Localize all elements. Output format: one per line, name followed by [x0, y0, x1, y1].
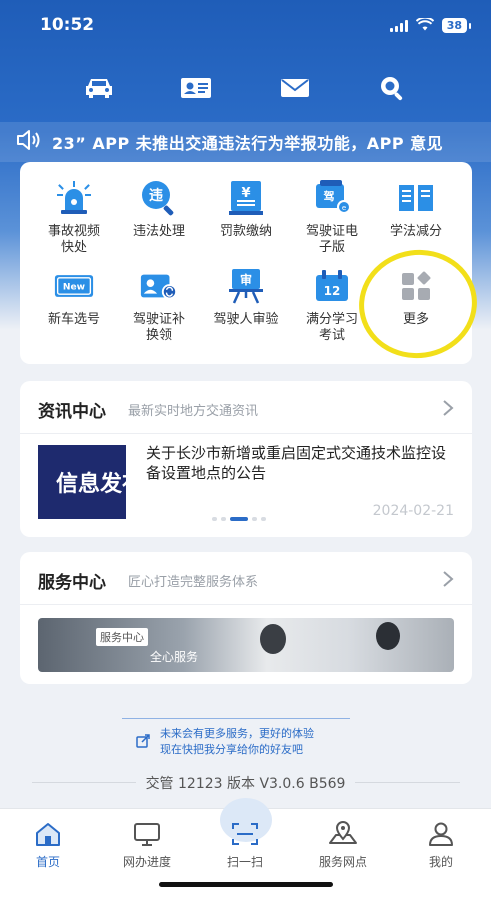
carousel-dots	[212, 517, 266, 521]
share-icon	[136, 734, 150, 753]
license-card-icon[interactable]	[176, 68, 216, 108]
version-label: 交管 12123 版本 V3.0.6 B569	[135, 776, 356, 792]
tab-label: 首页	[35, 855, 60, 869]
grid-item-driver-review[interactable]: 审 驾驶人审验	[202, 266, 290, 328]
status-icons: 38	[389, 16, 472, 35]
violation-magnifier-icon: 违	[139, 178, 179, 218]
news-date: 2024-02-21	[372, 503, 454, 519]
notice-marquee[interactable]: 23” APP 未推出交通违法行为举报功能，APP 意见	[0, 122, 491, 162]
service-card[interactable]: 服务中心 匠心打造完整服务体系 服务中心 全心服务	[20, 552, 472, 684]
grid-label: 快处	[60, 240, 87, 255]
grid-item-e-license[interactable]: 驾e 驾驶证电 子版	[288, 178, 376, 256]
grid-label: 新车选号	[47, 312, 100, 327]
tab-label: 扫一扫	[226, 855, 263, 869]
tab-service-outlets[interactable]: 服务网点	[298, 819, 388, 870]
agent-figure	[376, 622, 400, 650]
marquee-text: 23” APP 未推出交通违法行为举报功能，APP 意见	[52, 134, 444, 153]
news-title: 资讯中心	[38, 401, 106, 422]
grid-label: 子版	[318, 240, 345, 255]
agent-figure	[260, 624, 286, 654]
search-icon[interactable]	[372, 68, 412, 108]
tab-profile[interactable]: 我的	[396, 819, 486, 870]
study-book-icon	[396, 178, 436, 218]
news-card[interactable]: 资讯中心 最新实时地方交通资讯 信息发布 关于长沙市新增或重启固定式交通技术监控…	[20, 381, 472, 537]
news-thumbnail[interactable]: 信息发布	[38, 445, 126, 519]
cellular-signal-icon	[389, 19, 408, 32]
grid-item-new-plate[interactable]: New 新车选号	[30, 266, 118, 328]
svg-text:New: New	[63, 283, 86, 293]
service-title: 服务中心	[38, 572, 106, 593]
home-indicator	[159, 882, 333, 887]
battery-indicator: 38	[441, 18, 472, 33]
promo-line2: 现在快把我分享给你的好友吧	[160, 743, 303, 756]
tab-label: 我的	[428, 855, 453, 869]
grid-label: 事故视频	[47, 224, 100, 239]
home-icon	[33, 819, 63, 849]
grid-label: 换领	[145, 328, 172, 343]
promo-line1: 未来会有更多服务，更好的体验	[160, 727, 314, 740]
svg-text:¥: ¥	[241, 186, 250, 201]
banner-tag: 服务中心	[96, 628, 148, 646]
grid-item-license-renew[interactable]: 驾驶证补 换领	[115, 266, 203, 344]
chevron-right-icon[interactable]	[442, 570, 454, 592]
service-subtitle: 匠心打造完整服务体系	[128, 574, 259, 590]
divider	[20, 433, 472, 434]
svg-text:e: e	[342, 204, 346, 212]
map-pin-icon	[328, 819, 358, 849]
car-icon[interactable]	[79, 68, 119, 108]
speaker-icon	[16, 129, 42, 155]
service-banner[interactable]: 服务中心 全心服务	[38, 618, 454, 672]
grid-label: 驾驶证电	[305, 224, 358, 239]
svg-text:审: 审	[240, 272, 252, 287]
grid-label: 学法减分	[389, 224, 442, 239]
news-headline[interactable]: 关于长沙市新增或重启固定式交通技术监控设备设置地点的公告	[146, 443, 458, 483]
grid-item-fine-payment[interactable]: ¥ 罚款缴纳	[202, 178, 290, 240]
divider	[122, 718, 350, 719]
divider	[20, 604, 472, 605]
grid-label: 违法处理	[132, 224, 185, 239]
news-card-header[interactable]: 资讯中心 最新实时地方交通资讯	[38, 397, 454, 422]
user-icon	[426, 819, 456, 849]
chevron-right-icon[interactable]	[442, 399, 454, 421]
top-nav	[0, 68, 491, 108]
grid-label: 驾驶证补	[132, 312, 185, 327]
tab-progress[interactable]: 网办进度	[102, 819, 192, 870]
alarm-light-icon	[54, 178, 94, 218]
calendar-12-icon: 12	[312, 266, 352, 306]
grid-item-violation[interactable]: 违 违法处理	[115, 178, 203, 240]
svg-text:违: 违	[149, 187, 163, 204]
grid-label: 驾驶人审验	[213, 312, 279, 327]
mail-icon[interactable]	[275, 68, 315, 108]
news-subtitle: 最新实时地方交通资讯	[128, 403, 259, 419]
driver-review-icon: 审	[226, 266, 266, 306]
e-license-icon: 驾e	[312, 178, 352, 218]
tab-scan[interactable]: 扫一扫	[200, 819, 290, 870]
grid-item-accident-video[interactable]: 事故视频 快处	[30, 178, 118, 256]
tab-label: 服务网点	[318, 855, 367, 869]
svg-text:驾: 驾	[323, 189, 335, 203]
service-card-header[interactable]: 服务中心 匠心打造完整服务体系	[38, 568, 454, 593]
new-plate-icon: New	[54, 266, 94, 306]
svg-text:12: 12	[324, 284, 341, 298]
tab-home[interactable]: 首页	[3, 819, 93, 870]
scan-icon	[230, 819, 260, 849]
grid-item-study[interactable]: 学法减分	[372, 178, 460, 240]
fine-payment-icon: ¥	[226, 178, 266, 218]
grid-label: 考试	[318, 328, 345, 343]
news-thumb-text: 信息发布	[55, 472, 126, 497]
status-time: 10:52	[40, 15, 95, 35]
grid-label: 罚款缴纳	[219, 224, 272, 239]
tab-label: 网办进度	[122, 855, 171, 869]
license-renew-icon	[139, 266, 179, 306]
wifi-icon	[415, 16, 434, 35]
monitor-icon	[132, 819, 162, 849]
banner-slogan: 全心服务	[150, 650, 199, 664]
status-bar: 10:52 38	[0, 0, 491, 52]
version-text: 交管 12123 版本 V3.0.6 B569	[0, 773, 491, 793]
